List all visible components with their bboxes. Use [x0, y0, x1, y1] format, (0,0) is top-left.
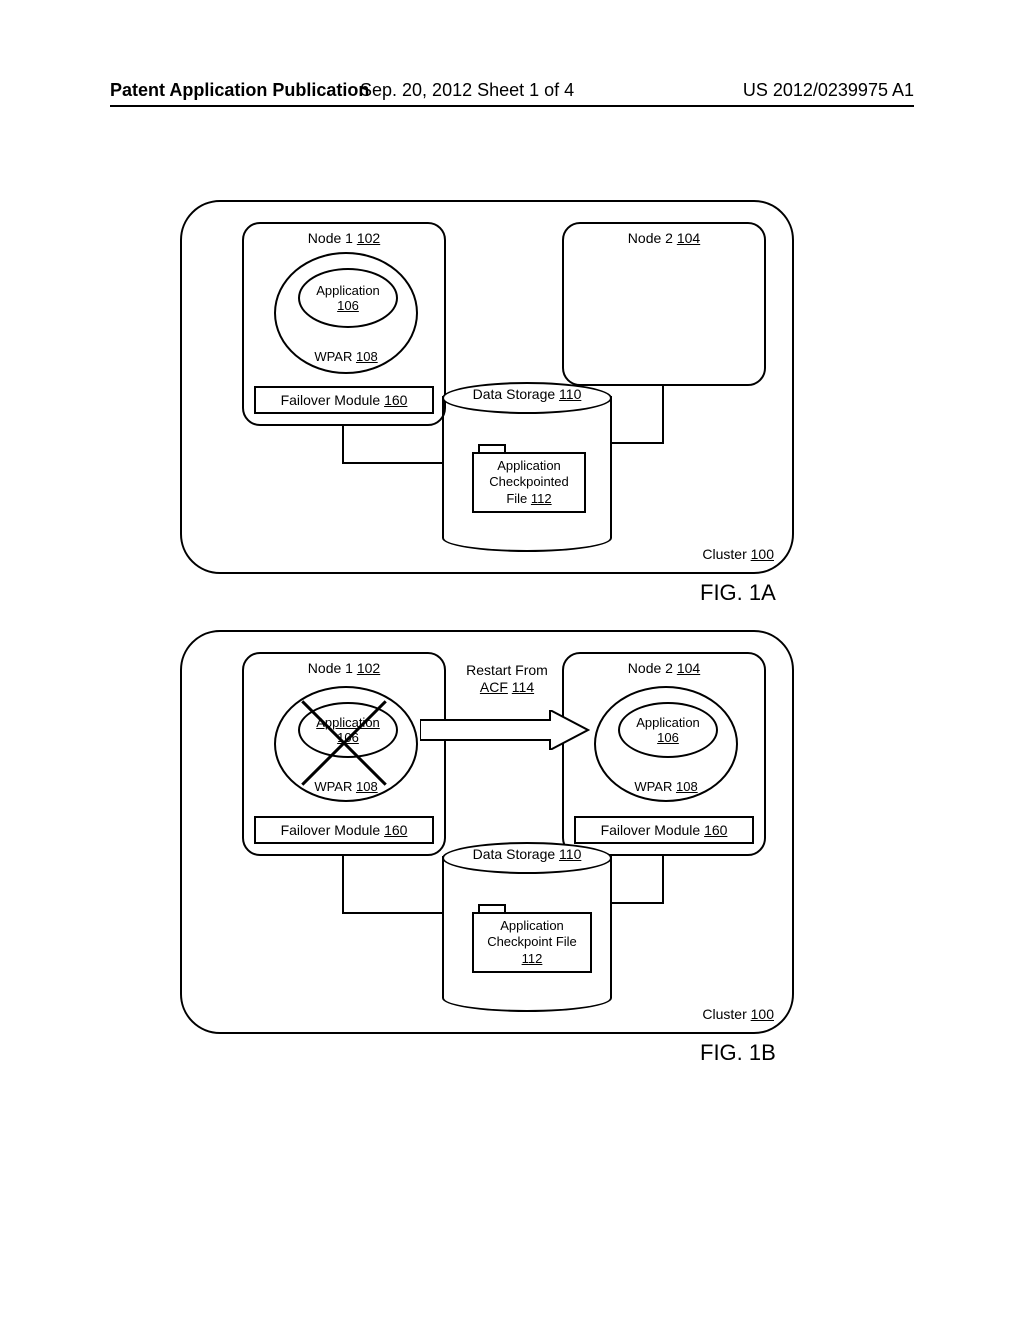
figB-node1-title: Node 1 102	[244, 660, 444, 676]
figA-conn-n2-v	[662, 384, 664, 442]
figB-node2-wpar-ref: 108	[676, 779, 698, 794]
figB-node1: Node 1 102 Application 106 WPAR 108 Fail…	[242, 652, 446, 856]
figB-conn-n1-v	[342, 854, 344, 912]
figA-node1: Node 1 102 Application 106 WPAR 108 Fail…	[242, 222, 446, 426]
figB-node1-failover: Failover Module 160	[254, 816, 434, 844]
figA-node2-title: Node 2 104	[564, 230, 764, 246]
figA-wpar-label: WPAR 108	[276, 349, 416, 364]
figB-cluster-text: Cluster	[702, 1006, 746, 1022]
figA-conn-n1-v	[342, 424, 344, 462]
figA-acf-line1: Application	[480, 458, 578, 474]
figB-node2-failover: Failover Module 160	[574, 816, 754, 844]
figB-cluster-frame: Cluster 100 Node 1 102 Application 106 W…	[180, 630, 794, 1034]
header-center: Sep. 20, 2012 Sheet 1 of 4	[360, 80, 574, 101]
figB-x-icon	[278, 684, 410, 802]
figA-cluster-ref: 100	[751, 546, 774, 562]
figB-restart-label: Restart From ACF 114	[452, 662, 562, 696]
figB-node2: Node 2 104 Application 106 WPAR 108 Fail…	[562, 652, 766, 856]
figA-datastore-ref: 110	[559, 386, 581, 402]
figB-restart-line2-wrap: ACF 114	[452, 679, 562, 696]
figB-datastore-label: Data Storage	[473, 846, 556, 862]
figB-node2-application: Application 106	[618, 702, 718, 758]
figB-node1-failover-ref: 160	[384, 822, 407, 838]
figB-arrow-icon	[420, 710, 590, 750]
figB-conn-n2-v	[662, 854, 664, 902]
figB-node2-app-label: Application	[636, 715, 700, 730]
figB-restart-line1: Restart From	[452, 662, 562, 679]
figB-node2-wpar: Application 106 WPAR 108	[594, 686, 738, 802]
figA-acf-line2: Checkpointed	[480, 474, 578, 490]
figB-node1-ref: 102	[357, 660, 380, 676]
figA-wpar-ref: 108	[356, 349, 378, 364]
figA-acf: Application Checkpointed File 112	[472, 452, 586, 513]
figA-wpar: Application 106 WPAR 108	[274, 252, 418, 374]
figA-failover-ref: 160	[384, 392, 407, 408]
figA-node2-label: Node 2	[628, 230, 673, 246]
page-header: Patent Application Publication Sep. 20, …	[110, 80, 914, 101]
figB-acf: Application Checkpoint File 112	[472, 912, 592, 973]
figA-application: Application 106	[298, 268, 398, 328]
figB-acf-line1: Application	[480, 918, 584, 934]
figA-caption: FIG. 1A	[700, 580, 776, 606]
figA-failover: Failover Module 160	[254, 386, 434, 414]
figA-acf-ref: 112	[531, 491, 552, 506]
figB-restart-line2: ACF	[480, 679, 508, 695]
figA-cluster-label: Cluster 100	[702, 546, 774, 562]
figA-node1-ref: 102	[357, 230, 380, 246]
figA-datastore-label: Data Storage	[473, 386, 556, 402]
header-rule	[110, 105, 914, 107]
figB-node2-failover-label: Failover Module	[601, 822, 701, 838]
figA-acf-line3: File	[506, 491, 527, 506]
page: Patent Application Publication Sep. 20, …	[0, 0, 1024, 1320]
figB-acf-ref: 112	[480, 951, 584, 967]
figA-node2-ref: 104	[677, 230, 700, 246]
figB-node2-wpar-text: WPAR	[634, 779, 672, 794]
figA-datastore: Data Storage 110 Application Checkpointe…	[442, 382, 612, 552]
figA-node2: Node 2 104	[562, 222, 766, 386]
figA-app-label: Application	[316, 283, 380, 298]
figA-node1-title: Node 1 102	[244, 230, 444, 246]
figB-node1-label: Node 1	[308, 660, 353, 676]
figB-node2-wpar-label: WPAR 108	[596, 779, 736, 794]
figB-cluster-ref: 100	[751, 1006, 774, 1022]
header-right: US 2012/0239975 A1	[743, 80, 914, 101]
figB-node2-app-ref: 106	[657, 730, 679, 745]
figA-failover-label: Failover Module	[281, 392, 381, 408]
figA-datastore-title: Data Storage 110	[442, 386, 612, 402]
figB-datastore-ref: 110	[559, 846, 581, 862]
figA-cluster-frame: Cluster 100 Node 1 102 Application 106 W…	[180, 200, 794, 574]
figB-datastore-title: Data Storage 110	[442, 846, 612, 862]
figB-node1-failover-label: Failover Module	[281, 822, 381, 838]
header-left: Patent Application Publication	[110, 80, 369, 100]
figB-restart-ref: 114	[512, 679, 534, 695]
figA-cluster-text: Cluster	[702, 546, 746, 562]
figA-node1-label: Node 1	[308, 230, 353, 246]
figB-node2-title: Node 2 104	[564, 660, 764, 676]
figA-app-ref: 106	[337, 298, 359, 313]
figB-cluster-label: Cluster 100	[702, 1006, 774, 1022]
figB-caption: FIG. 1B	[700, 1040, 776, 1066]
figA-conn-n2-h	[612, 442, 664, 444]
figB-conn-n2-h	[612, 902, 664, 904]
figB-acf-line2: Checkpoint File	[480, 934, 584, 950]
figB-datastore: Data Storage 110 Application Checkpoint …	[442, 842, 612, 1012]
figB-node2-failover-ref: 160	[704, 822, 727, 838]
figB-node2-label: Node 2	[628, 660, 673, 676]
figB-conn-n1-h	[342, 912, 442, 914]
figA-conn-n1-h	[342, 462, 442, 464]
figA-wpar-text: WPAR	[314, 349, 352, 364]
figB-node2-ref: 104	[677, 660, 700, 676]
figA-acf-line3-wrap: File 112	[480, 491, 578, 507]
